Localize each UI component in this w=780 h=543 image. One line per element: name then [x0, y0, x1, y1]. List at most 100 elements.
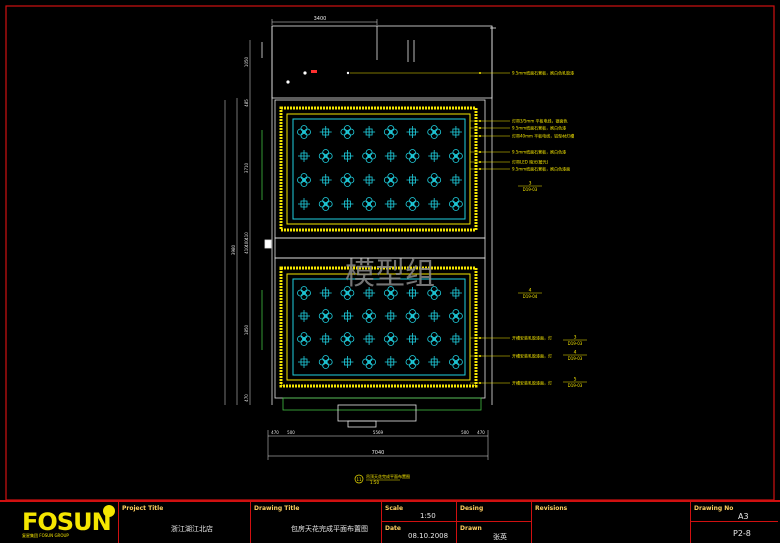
- ceiling-motif: [427, 173, 442, 187]
- ceiling-motif: [449, 287, 462, 299]
- ceiling-motif: [449, 333, 462, 345]
- callout-sheet: D19-03: [568, 356, 583, 361]
- annotation-label: 9.5mm纸面石膏板，刷白色乳胶漆: [512, 70, 574, 76]
- left-dimension-label: 3710: [244, 162, 249, 173]
- annotation-label: 灯带LED 暗光(暖光): [512, 159, 549, 165]
- revisions-cell: Revisions: [531, 502, 690, 543]
- ceiling-motif: [297, 286, 311, 300]
- ceiling-motif: [448, 149, 463, 163]
- annotation-label: 开槽安装乳胶漆面，灯: [512, 353, 552, 359]
- title-block: Project Title 浙江湖江北店 Drawing Title 包房天花完…: [0, 500, 780, 543]
- ceiling-motif: [318, 149, 333, 163]
- ceiling-motif: [318, 197, 333, 211]
- ceiling-motif: [384, 356, 397, 368]
- logo-emblem: [103, 505, 115, 517]
- left-dimension-label: 1050: [244, 56, 249, 67]
- ceiling-motif: [362, 309, 377, 323]
- leader-dot: [479, 135, 481, 137]
- ceiling-motif: [406, 333, 419, 345]
- leader-dot: [479, 161, 481, 163]
- callout-sheet: D19-03: [568, 383, 583, 388]
- ceiling-motif: [427, 332, 442, 346]
- ceiling-motif: [319, 174, 332, 186]
- design-cell: Desing: [456, 502, 531, 522]
- left-dimension-label: 470: [244, 394, 249, 402]
- date-cell: Date 08.10.2008: [381, 522, 456, 543]
- annotation-label: 开槽安装乳胶漆面，灯: [512, 335, 552, 341]
- company-logo: FOSUN: [22, 508, 112, 536]
- marker-dot: [286, 80, 290, 84]
- annotation-label: 灯带3/5mm 平板电线，银面色: [512, 118, 568, 124]
- ceiling-motif: [384, 310, 397, 322]
- ceiling-motif: [384, 150, 397, 162]
- left-dimension-label: 3980: [231, 244, 236, 255]
- plan-title: 吊顶天花完成平面布置图: [366, 473, 410, 479]
- annotation-label: 9.5mm纸面石膏板，刷白色漆面: [512, 166, 570, 172]
- ceiling-motif: [428, 356, 441, 368]
- ceiling-motif: [341, 356, 354, 368]
- leader-dot: [479, 72, 481, 74]
- top-dimension-label: 3400: [314, 16, 327, 22]
- leader-dot: [479, 151, 481, 153]
- ceiling-motif: [383, 125, 398, 139]
- callout-number: 5: [574, 377, 577, 383]
- ceiling-motif: [363, 333, 376, 345]
- left-dimension-lines: [224, 40, 251, 405]
- callout-number: 3: [529, 181, 532, 187]
- callout-number: 3: [574, 335, 577, 341]
- marker-dot: [303, 71, 307, 75]
- ceiling-motif: [341, 310, 354, 322]
- ceiling-motif: [363, 126, 376, 138]
- ceiling-motif: [428, 310, 441, 322]
- scale-label: Scale: [385, 505, 404, 512]
- ceiling-motif: [362, 149, 377, 163]
- ceiling-motif: [297, 332, 311, 346]
- ceiling-motif: [363, 174, 376, 186]
- ceiling-motif: [340, 332, 355, 346]
- ceiling-motif: [362, 197, 377, 211]
- ceiling-motif: [405, 309, 420, 323]
- marker-red: [311, 70, 317, 73]
- ceiling-motif: [318, 309, 333, 323]
- ceiling-motif: [405, 149, 420, 163]
- ceiling-motif: [298, 198, 310, 210]
- ceiling-panel-upper: [279, 106, 478, 232]
- callout-sheet: D19-03: [568, 341, 583, 346]
- ceiling-motif: [406, 174, 419, 186]
- drawing-title: 包房天花完成平面布置图: [291, 525, 368, 533]
- ceiling-motif: [319, 333, 332, 345]
- sheet-border: [5, 5, 775, 500]
- sheet-size: A3: [738, 512, 749, 521]
- project-title-label: Project Title: [122, 505, 164, 512]
- drawing-no: P2-8: [733, 529, 751, 538]
- ceiling-motif: [340, 173, 355, 187]
- annotation-label: 灯带40mm 平板电线，铝型材灯槽: [512, 133, 574, 139]
- ceiling-motif: [428, 198, 441, 210]
- ceiling-motif: [298, 310, 310, 322]
- callout-number: 4: [529, 288, 532, 294]
- drawing-no-label: Drawing No: [694, 505, 734, 512]
- marker-dot: [346, 71, 350, 75]
- plan-number: 11: [356, 477, 362, 482]
- ceiling-motif: [383, 173, 398, 187]
- company-logo-sub: 复星集团 FOSUN GROUP: [22, 533, 69, 538]
- scale-cell: Scale 1:50: [381, 502, 456, 522]
- drawing-no-cell: Drawing No A3: [690, 502, 778, 522]
- ceiling-motif: [406, 126, 419, 138]
- drawn-cell: Drawn 张英: [456, 522, 531, 543]
- leader-dot: [479, 355, 481, 357]
- ceiling-motif: [384, 198, 397, 210]
- left-dimension-label: 410: [244, 232, 249, 240]
- annotation-label: 9.5mm纸面石膏板，刷白色漆: [512, 149, 566, 155]
- leader-dot: [479, 168, 481, 170]
- bottom-dimension-label: 5569: [373, 430, 384, 435]
- drawn-label: Drawn: [460, 525, 482, 532]
- bottom-dimension-label: 470: [477, 430, 485, 435]
- scale-value: 1:50: [420, 512, 436, 520]
- ceiling-motif: [319, 126, 332, 138]
- leader-dot: [479, 120, 481, 122]
- drawn-value: 张英: [493, 533, 507, 541]
- annotation-label: 开槽安装乳胶漆面，灯: [512, 380, 552, 386]
- leader-dot: [479, 127, 481, 129]
- project-title-cell: Project Title 浙江湖江北店: [118, 502, 250, 543]
